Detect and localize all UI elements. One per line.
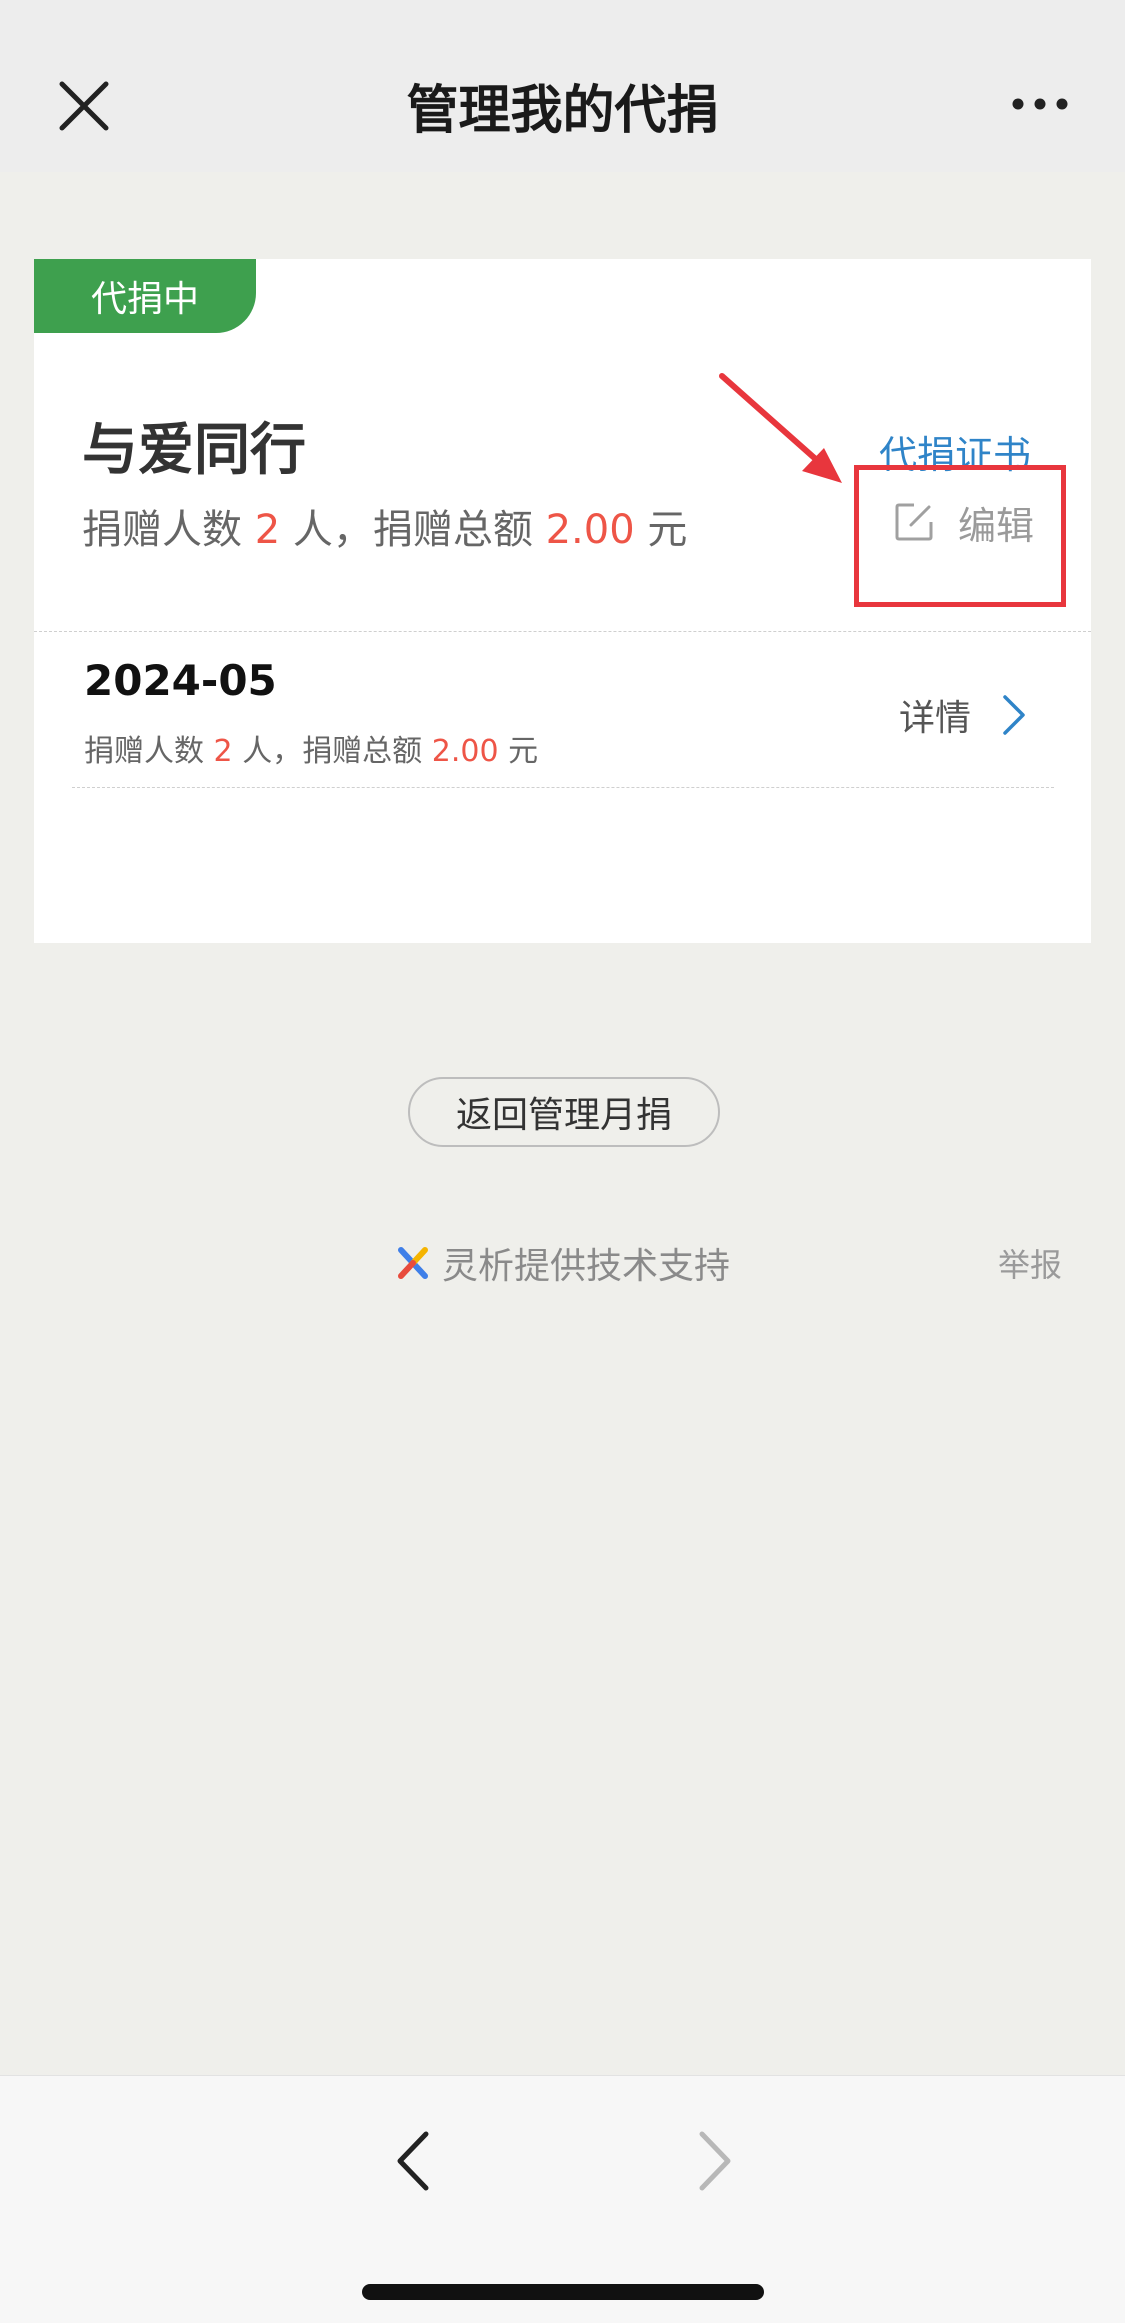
donation-card: 代捐中 与爱同行 捐赠人数 2 人，捐赠总额 2.00 元 代捐证书 编辑 20… [34, 259, 1091, 943]
record-count-label: 捐赠人数 [84, 734, 204, 769]
record-count-unit: 人， [242, 734, 303, 769]
chevron-left-icon[interactable] [388, 2126, 438, 2196]
detail-link[interactable]: 详情 [899, 685, 1027, 745]
more-dots-icon[interactable] [1010, 92, 1070, 116]
project-title: 与爱同行 [82, 418, 306, 483]
total-amount-label: 捐赠总额 [372, 507, 533, 553]
edit-icon [895, 503, 933, 541]
tech-support-text: 灵析提供技术支持 [442, 1246, 731, 1287]
back-to-monthly-button[interactable]: 返回管理月捐 [408, 1077, 720, 1147]
donor-count-unit: 人， [292, 507, 373, 553]
page-title: 管理我的代捐 [406, 81, 719, 141]
report-link[interactable]: 举报 [998, 1240, 1062, 1286]
page: 管理我的代捐 代捐中 与爱同行 捐赠人数 2 人，捐赠总额 2.00 元 代捐证… [0, 0, 1125, 2323]
divider [72, 787, 1054, 788]
home-indicator [362, 2284, 764, 2300]
donor-count-label: 捐赠人数 [82, 507, 242, 553]
total-amount-unit: 元 [647, 507, 688, 553]
top-nav-bar: 管理我的代捐 [0, 0, 1125, 172]
record-month: 2024-05 [84, 656, 277, 705]
tech-support-provider: 灵析提供技术支持 [396, 1238, 730, 1288]
record-total-label: 捐赠总额 [302, 734, 423, 769]
lingxi-logo-icon [398, 1247, 428, 1279]
record-summary: 捐赠人数 2 人，捐赠总额 2.00 元 [84, 726, 538, 770]
certificate-link[interactable]: 代捐证书 [879, 424, 1031, 479]
edit-button[interactable]: 编辑 [892, 494, 1034, 550]
divider [34, 631, 1091, 632]
record-total-value: 2.00 [431, 734, 499, 769]
chevron-right-icon[interactable] [690, 2126, 740, 2196]
record-count-value: 2 [213, 734, 233, 769]
donation-summary: 捐赠人数 2 人，捐赠总额 2.00 元 [82, 497, 687, 555]
detail-label: 详情 [899, 698, 972, 739]
status-badge: 代捐中 [34, 259, 256, 333]
record-total-unit: 元 [508, 734, 539, 769]
edit-label: 编辑 [958, 503, 1035, 548]
donor-count-value: 2 [254, 507, 281, 553]
total-amount-value: 2.00 [545, 507, 635, 553]
chevron-right-icon [1003, 695, 1025, 735]
